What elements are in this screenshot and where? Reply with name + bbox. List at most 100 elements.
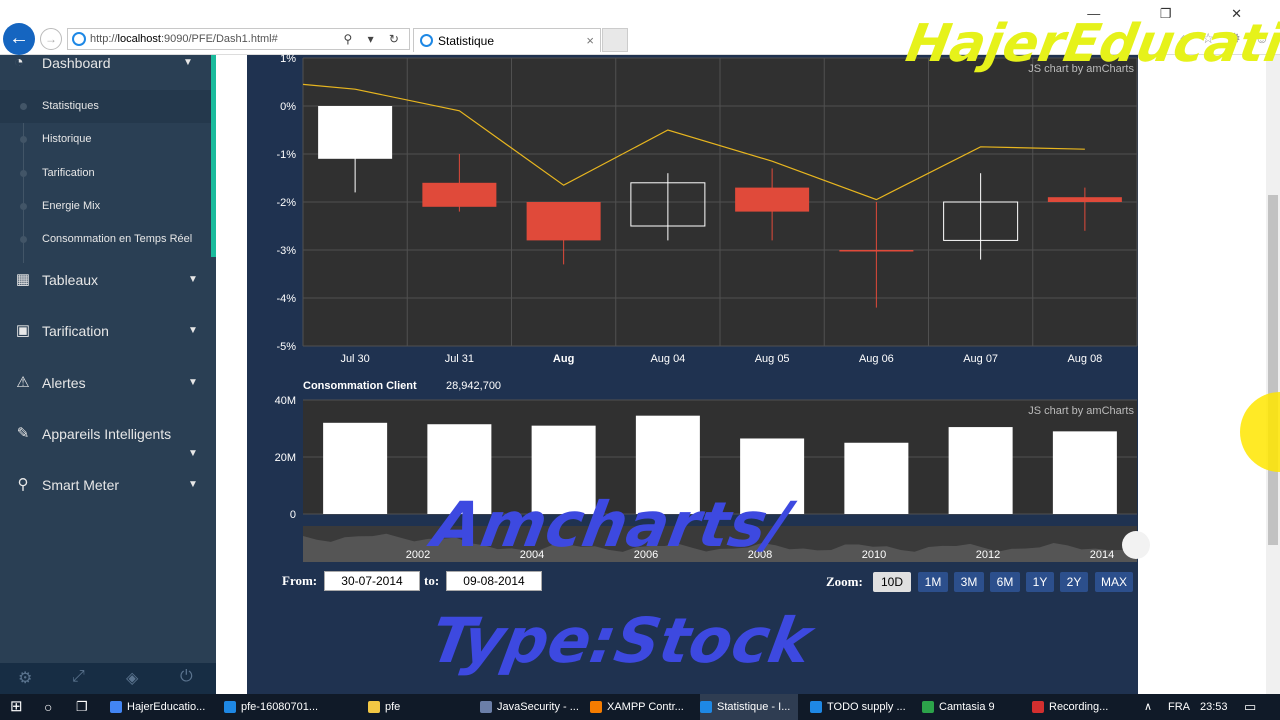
submenu-dot-icon bbox=[20, 136, 27, 143]
address-bar[interactable]: http://localhost:9090/PFE/Dash1.html# ⚲ … bbox=[67, 28, 410, 50]
from-date-input[interactable]: 30-07-2014 bbox=[324, 571, 420, 591]
taskbar-item-label: HajerEducatio... bbox=[127, 701, 206, 713]
sidebar: ◔ Dashboard ▼ Statistiques Historique Ta… bbox=[0, 55, 216, 663]
app-icon bbox=[368, 701, 380, 714]
language-indicator[interactable]: FRA bbox=[1168, 694, 1190, 720]
sidebar-item-appareils[interactable]: ✎ Appareils Intelligents ▼ bbox=[0, 419, 216, 459]
eye-slash-icon[interactable]: ◈ bbox=[126, 668, 138, 688]
sidebar-subitem-consommation[interactable]: Consommation en Temps Réel bbox=[0, 223, 211, 256]
taskbar-item[interactable]: pfe-16080701... bbox=[224, 694, 326, 720]
task-view-icon[interactable]: ❐ bbox=[76, 694, 88, 720]
zoom-button-10d[interactable]: 10D bbox=[873, 572, 911, 592]
zoom-button-1y[interactable]: 1Y bbox=[1026, 572, 1054, 592]
sidebar-item-label: Alertes bbox=[42, 375, 86, 391]
settings-icon[interactable]: ⚙ bbox=[18, 668, 32, 688]
page-scrollbar[interactable] bbox=[1266, 55, 1280, 694]
zoom-button-1m[interactable]: 1M bbox=[918, 572, 948, 592]
taskbar-item-label: JavaSecurity - ... bbox=[497, 701, 579, 713]
taskbar-item[interactable]: JavaSecurity - ... bbox=[480, 694, 587, 720]
forward-arrow-icon[interactable]: → bbox=[40, 28, 62, 50]
submenu-dot-icon bbox=[20, 236, 27, 243]
power-icon[interactable]: ⏻ bbox=[180, 668, 193, 686]
tab-close-icon[interactable]: × bbox=[586, 29, 594, 53]
sidebar-item-dashboard[interactable]: ◔ Dashboard ▼ bbox=[0, 55, 211, 91]
zoom-button-max[interactable]: MAX bbox=[1095, 572, 1133, 592]
sidebar-subitem-statistiques[interactable]: Statistiques bbox=[0, 90, 211, 123]
fullscreen-icon[interactable]: ⤢ bbox=[72, 668, 85, 686]
taskbar-item[interactable]: Statistique - I... bbox=[700, 694, 799, 720]
sidebar-subitem-energie-mix[interactable]: Energie Mix bbox=[0, 190, 211, 223]
chevron-down-icon: ▼ bbox=[188, 377, 198, 388]
app-icon bbox=[480, 701, 492, 714]
sidebar-item-smart-meter[interactable]: ⚲ Smart Meter ▼ bbox=[0, 470, 216, 500]
zoom-button-2y[interactable]: 2Y bbox=[1060, 572, 1088, 592]
tray-chevron-icon[interactable]: ∧ bbox=[1144, 694, 1152, 720]
sidebar-subitem-tarification[interactable]: Tarification bbox=[0, 157, 211, 190]
sidebar-footer: ⚙ ⤢ ◈ ⏻ bbox=[0, 663, 216, 694]
chevron-down-icon: ▼ bbox=[188, 479, 198, 490]
wrench-icon: ✎ bbox=[16, 425, 30, 442]
app-icon bbox=[590, 701, 602, 714]
taskbar-item[interactable]: XAMPP Contr... bbox=[590, 694, 692, 720]
sidebar-item-alertes[interactable]: ⚠ Alertes ▼ bbox=[0, 368, 216, 398]
overlay-title-line1: Amcharts/ bbox=[427, 488, 796, 561]
app-icon bbox=[110, 701, 122, 714]
sidebar-subitem-label: Consommation en Temps Réel bbox=[42, 233, 193, 245]
submenu-dot-icon bbox=[20, 203, 27, 210]
money-icon: ▣ bbox=[15, 322, 31, 339]
zoom-button-3m[interactable]: 3M bbox=[954, 572, 984, 592]
zoom-label: Zoom: bbox=[826, 574, 863, 589]
new-tab-button[interactable] bbox=[602, 28, 628, 52]
app-icon bbox=[1032, 701, 1044, 714]
notification-icon[interactable]: ▭ bbox=[1244, 694, 1256, 720]
address-tools-icon[interactable]: ⚲ ▾ ↻ bbox=[343, 29, 405, 49]
sidebar-subitem-label: Historique bbox=[42, 133, 92, 145]
watermark-text: HajerEducation bbox=[901, 14, 1280, 74]
chevron-down-icon: ▼ bbox=[183, 57, 193, 68]
sidebar-subitem-label: Tarification bbox=[42, 167, 95, 179]
taskbar-item-label: pfe bbox=[385, 701, 401, 713]
taskbar-item-label: pfe-16080701... bbox=[241, 701, 319, 713]
sidebar-item-tarification[interactable]: ▣ Tarification ▼ bbox=[0, 316, 216, 346]
submenu-dot-icon bbox=[20, 170, 27, 177]
taskbar-item-label: Statistique - I... bbox=[717, 701, 791, 713]
app-icon bbox=[922, 701, 934, 714]
chevron-down-icon: ▼ bbox=[188, 325, 198, 336]
url-prefix: http:// bbox=[90, 33, 118, 45]
taskbar-item[interactable]: pfe bbox=[368, 694, 408, 720]
browser-tab[interactable]: Statistique × bbox=[413, 28, 601, 52]
app-icon bbox=[700, 701, 712, 714]
sidebar-item-label: Smart Meter bbox=[42, 477, 120, 493]
sidebar-subitem-label: Statistiques bbox=[42, 100, 99, 112]
warning-icon: ⚠ bbox=[16, 374, 30, 391]
sidebar-item-label: Dashboard bbox=[42, 55, 111, 71]
clock[interactable]: 23:53 bbox=[1200, 694, 1228, 720]
taskbar-item[interactable]: HajerEducatio... bbox=[110, 694, 213, 720]
url-rest: :9090/PFE/Dash1.html# bbox=[160, 33, 278, 45]
sidebar-subitem-label: Energie Mix bbox=[42, 200, 101, 212]
taskbar-item[interactable]: Camtasia 9 bbox=[922, 694, 1003, 720]
tab-ie-icon bbox=[420, 34, 433, 47]
ie-icon bbox=[72, 32, 86, 46]
app-icon bbox=[810, 701, 822, 714]
taskbar-item[interactable]: TODO supply ... bbox=[810, 694, 914, 720]
table-icon: ▦ bbox=[15, 271, 31, 288]
submenu-dot-icon bbox=[20, 103, 27, 110]
zoom-button-6m[interactable]: 6M bbox=[990, 572, 1020, 592]
chevron-down-icon: ▼ bbox=[188, 274, 198, 285]
sidebar-item-tableaux[interactable]: ▦ Tableaux ▼ bbox=[0, 265, 216, 295]
sidebar-subitem-historique[interactable]: Historique bbox=[0, 123, 211, 156]
taskbar-item-label: Recording... bbox=[1049, 701, 1109, 713]
back-arrow-icon[interactable]: ← bbox=[3, 23, 35, 55]
to-date-input[interactable]: 09-08-2014 bbox=[446, 571, 542, 591]
url-host: localhost bbox=[117, 33, 161, 45]
taskbar-item[interactable]: Recording... bbox=[1032, 694, 1116, 720]
scrollbar-thumb[interactable] bbox=[1268, 195, 1278, 545]
dashboard-icon: ◔ bbox=[14, 54, 24, 71]
taskbar-item-label: XAMPP Contr... bbox=[607, 701, 684, 713]
search-circle-icon[interactable]: ○ bbox=[44, 694, 52, 720]
map-marker-icon: ⚲ bbox=[17, 476, 29, 493]
windows-start-icon[interactable]: ⊞ bbox=[10, 694, 23, 720]
chevron-down-icon: ▼ bbox=[188, 448, 198, 459]
from-label: From: bbox=[282, 573, 318, 588]
